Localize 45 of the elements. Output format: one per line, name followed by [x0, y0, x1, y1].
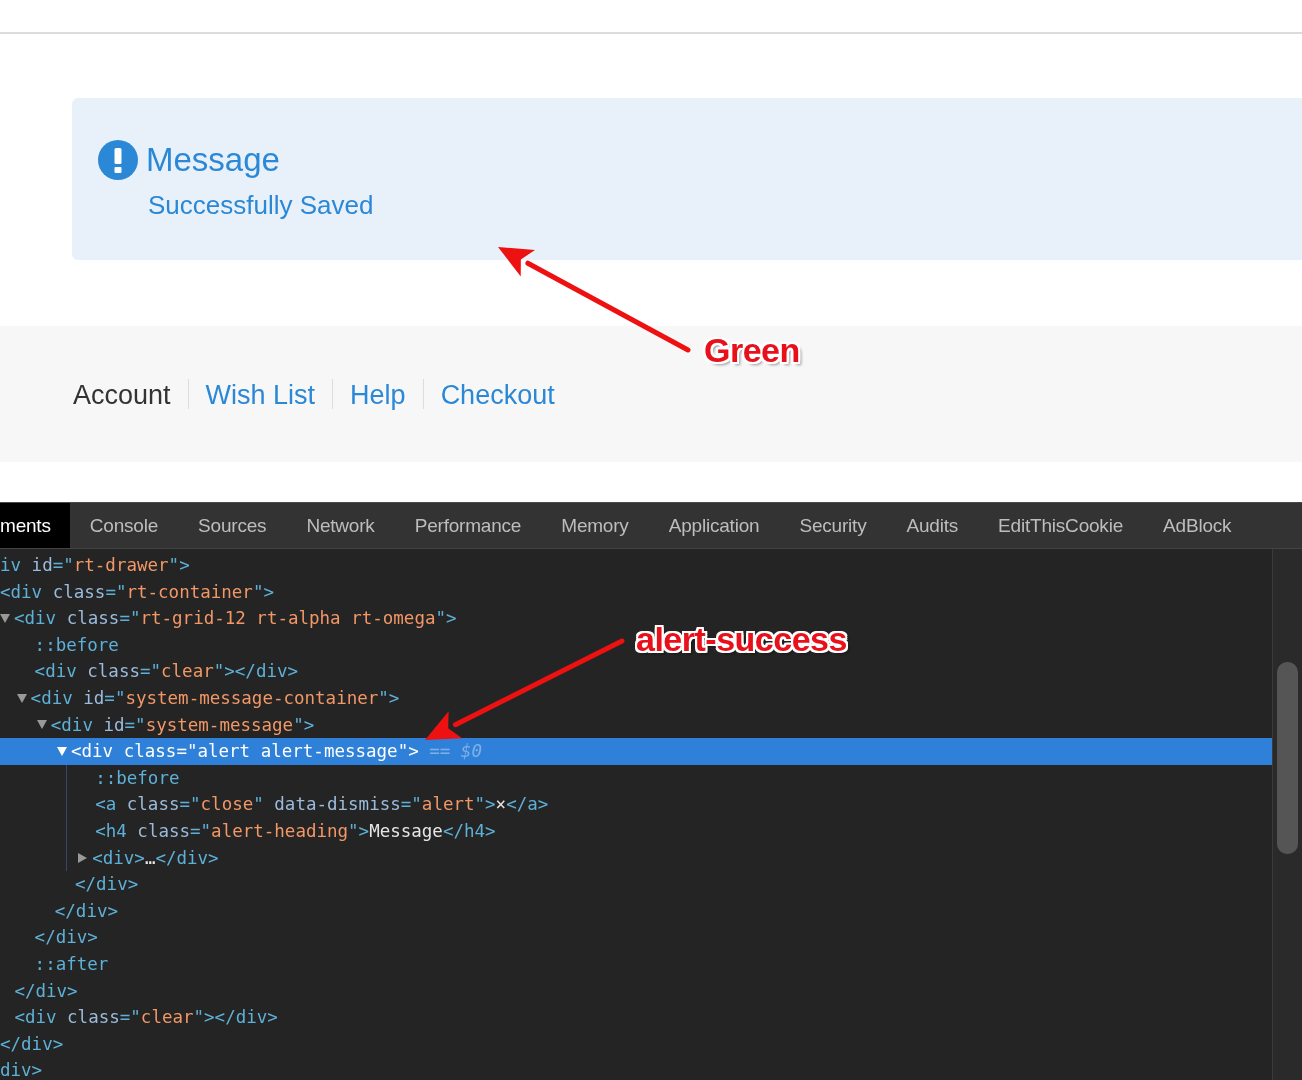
dom-node-line[interactable]: <div>…</div> [92, 844, 219, 872]
alert-heading: Message [146, 140, 280, 180]
devtools-tab[interactable]: Console [69, 503, 179, 548]
annotation-label: alert-success [636, 620, 847, 659]
nav-link[interactable]: Wish List [205, 375, 316, 413]
dom-node-line[interactable]: <div class="clear"></div> [14, 1004, 278, 1031]
devtools-tab[interactable]: Memory [541, 503, 649, 548]
dom-node-line[interactable]: <div class="rt-grid-12 rt-alpha rt-omega"> [14, 605, 457, 632]
devtools-tab[interactable]: Security [779, 503, 887, 548]
expanded-triangle-icon[interactable] [0, 614, 10, 623]
devtools-tab[interactable]: Audits [886, 503, 979, 548]
dom-node-line[interactable]: <div id="system-message-container"> [30, 684, 400, 712]
expanded-triangle-icon[interactable] [36, 720, 47, 730]
dom-node-line[interactable]: <div class="clear"></div> [34, 658, 299, 685]
nav-link[interactable]: Help [350, 375, 406, 413]
closing-tag-line: </div> [34, 926, 98, 950]
alert-message: Successfully Saved [148, 189, 375, 222]
devtools-tab[interactable]: Sources [178, 503, 287, 548]
nav-link[interactable]: Checkout [440, 375, 555, 413]
dom-node-line[interactable]: ::before [34, 631, 119, 659]
dom-node-line[interactable]: ::after [34, 950, 109, 978]
devtools-tab[interactable]: ments [0, 503, 70, 548]
scrollbar-thumb[interactable] [1277, 662, 1298, 854]
dom-node-line[interactable]: iv id="rt-drawer"> [0, 552, 190, 579]
annotation-label: Green [704, 331, 800, 370]
scrollbar[interactable] [1272, 549, 1302, 1080]
dom-node-line[interactable]: <h4 class="alert-heading">Message</h4> [95, 817, 496, 845]
closing-tag-line: </div> [0, 1032, 64, 1056]
dom-node-line[interactable]: <div id="system-message"> [50, 711, 315, 739]
closing-tag-line: </div> [14, 979, 78, 1003]
dom-node-line[interactable]: <div class="rt-container"> [0, 578, 274, 606]
dom-node-line[interactable]: <a class="close" data-dismiss="alert">×</a> [95, 791, 549, 818]
exclamation-icon [98, 140, 138, 180]
dom-node-line[interactable]: ::before [95, 764, 180, 792]
closing-tag-line: </div> [75, 873, 139, 897]
closing-tag-line: div> [0, 1059, 43, 1080]
devtools-tab[interactable]: Performance [394, 503, 542, 548]
expanded-triangle-icon[interactable] [16, 693, 27, 703]
devtools-tab[interactable]: Application [648, 503, 780, 548]
devtools-tab[interactable]: AdBlock [1143, 503, 1252, 548]
devtools-tab[interactable]: Network [286, 503, 395, 548]
closing-tag-line: </div> [54, 899, 118, 923]
collapsed-triangle-icon[interactable] [78, 852, 88, 863]
devtools-tab[interactable]: EditThisCookie [978, 503, 1144, 548]
nav-link[interactable]: Account [73, 375, 171, 413]
